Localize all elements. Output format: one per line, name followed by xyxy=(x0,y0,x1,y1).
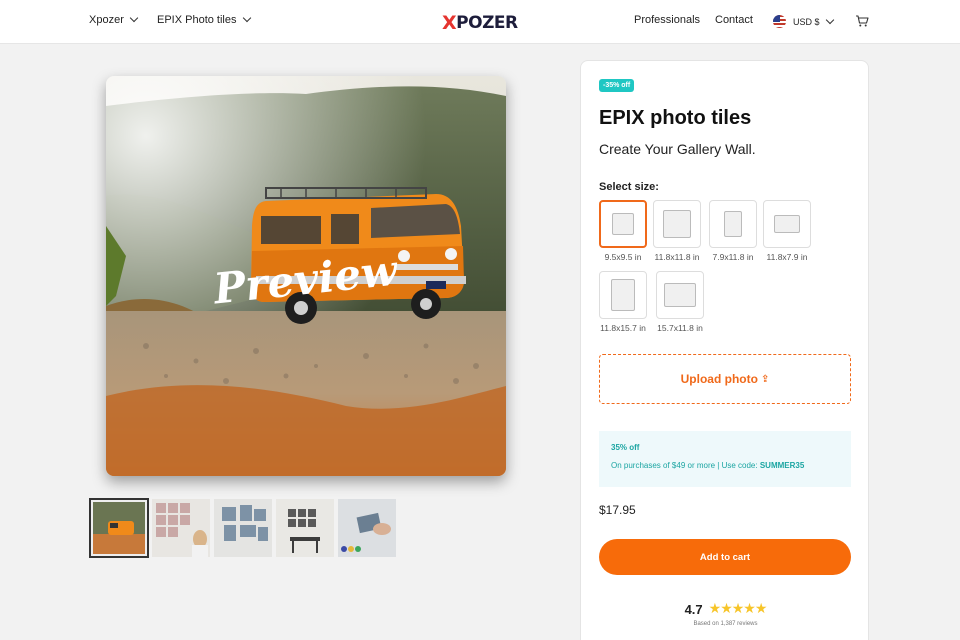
size-shape xyxy=(612,213,634,235)
cart-icon[interactable] xyxy=(855,14,869,28)
add-to-cart-label: Add to cart xyxy=(699,551,751,563)
size-shape xyxy=(774,215,800,233)
product-menu[interactable]: EPIX Photo tiles xyxy=(157,13,251,26)
size-option-label: 9.5x9.5 in xyxy=(604,252,642,262)
size-shape xyxy=(724,211,742,237)
size-shape xyxy=(664,283,696,307)
size-box xyxy=(653,200,701,248)
discount-badge: -35% off xyxy=(599,79,635,92)
promo-box: 35% off On purchases of $49 or more | Us… xyxy=(599,431,851,487)
promo-code: SUMMER35 xyxy=(759,461,805,470)
rating-score: 4.7 xyxy=(684,601,703,617)
size-option-label: 15.7x11.8 in xyxy=(657,323,703,333)
nav-professionals-label: Professionals xyxy=(634,14,701,26)
size-box xyxy=(763,200,811,248)
star-rating-icon: ★★★★★ xyxy=(708,601,768,617)
upload-icon: ⇪ xyxy=(760,373,770,385)
promo-title: 35% off xyxy=(611,443,640,452)
chevron-down-icon xyxy=(825,15,834,24)
logo-x: X xyxy=(442,12,457,34)
thumbnail-strip xyxy=(89,498,396,558)
promo-description: On purchases of $49 or more | Use code: xyxy=(611,461,760,470)
van-photo: Preview xyxy=(106,76,506,476)
nav-professionals[interactable]: Professionals xyxy=(634,14,700,26)
product-subtitle: Create Your Gallery Wall. xyxy=(599,141,756,157)
size-label: Select size: xyxy=(599,181,659,193)
upload-photo-label: Upload photo xyxy=(680,372,758,386)
product-panel: -35% off EPIX photo tiles Create Your Ga… xyxy=(580,60,869,640)
size-box xyxy=(709,200,757,248)
size-box xyxy=(656,271,704,319)
upload-photo-button[interactable]: Upload photo ⇪ xyxy=(599,354,851,404)
review-count[interactable]: Based on 1,387 reviews xyxy=(581,621,870,627)
site-header: Xpozer EPIX Photo tiles X POZER Professi… xyxy=(0,0,960,44)
size-option-label: 11.8x15.7 in xyxy=(600,323,646,333)
xpozer-logo[interactable]: X POZER xyxy=(442,12,518,34)
size-option-11-8x7-9[interactable]: 11.8x7.9 in xyxy=(763,200,811,262)
chevron-down-icon xyxy=(242,13,251,23)
size-option-9-5x9-5[interactable]: 9.5x9.5 in xyxy=(599,200,647,262)
thumbnail-hand-holding-tile[interactable] xyxy=(338,499,396,557)
product-price: $17.95 xyxy=(599,503,636,517)
size-shape xyxy=(611,279,635,311)
brand-menu-label: Xpozer xyxy=(89,14,124,26)
product-preview-image[interactable]: Preview xyxy=(106,76,506,476)
rating-summary[interactable]: 4.7 ★★★★★ xyxy=(581,601,870,617)
size-option-11-8x11-8[interactable]: 11.8x11.8 in xyxy=(653,200,701,262)
nav-contact-label: Contact xyxy=(715,14,753,26)
thumbnail-dining-room[interactable] xyxy=(276,499,334,557)
product-title: EPIX photo tiles xyxy=(599,107,752,129)
add-to-cart-button[interactable]: Add to cart xyxy=(599,539,851,575)
thumbnail-wall-tiles-woman[interactable] xyxy=(152,499,210,557)
currency-selector[interactable]: USD $ xyxy=(773,15,834,28)
thumbnail-gallery-wall[interactable] xyxy=(214,499,272,557)
thumbnail-orange-van[interactable] xyxy=(89,498,149,558)
brand-menu[interactable]: Xpozer xyxy=(89,13,139,26)
size-shape xyxy=(663,210,691,238)
size-box xyxy=(599,271,647,319)
currency-label: USD $ xyxy=(793,16,820,27)
size-option-7-9x11-8[interactable]: 7.9x11.8 in xyxy=(709,200,757,262)
logo-text: POZER xyxy=(456,13,518,33)
size-option-label: 11.8x7.9 in xyxy=(766,252,808,262)
us-flag-icon xyxy=(773,15,786,28)
size-option-label: 11.8x11.8 in xyxy=(654,252,700,262)
size-box xyxy=(599,200,647,248)
size-option-11-8x15-7[interactable]: 11.8x15.7 in xyxy=(599,271,647,333)
size-option-15-7x11-8[interactable]: 15.7x11.8 in xyxy=(656,271,704,333)
promo-text: On purchases of $49 or more | Use code: … xyxy=(611,461,839,470)
product-menu-label: EPIX Photo tiles xyxy=(157,14,237,26)
chevron-down-icon xyxy=(129,13,139,23)
nav-contact[interactable]: Contact xyxy=(715,14,753,26)
size-option-label: 7.9x11.8 in xyxy=(712,252,754,262)
